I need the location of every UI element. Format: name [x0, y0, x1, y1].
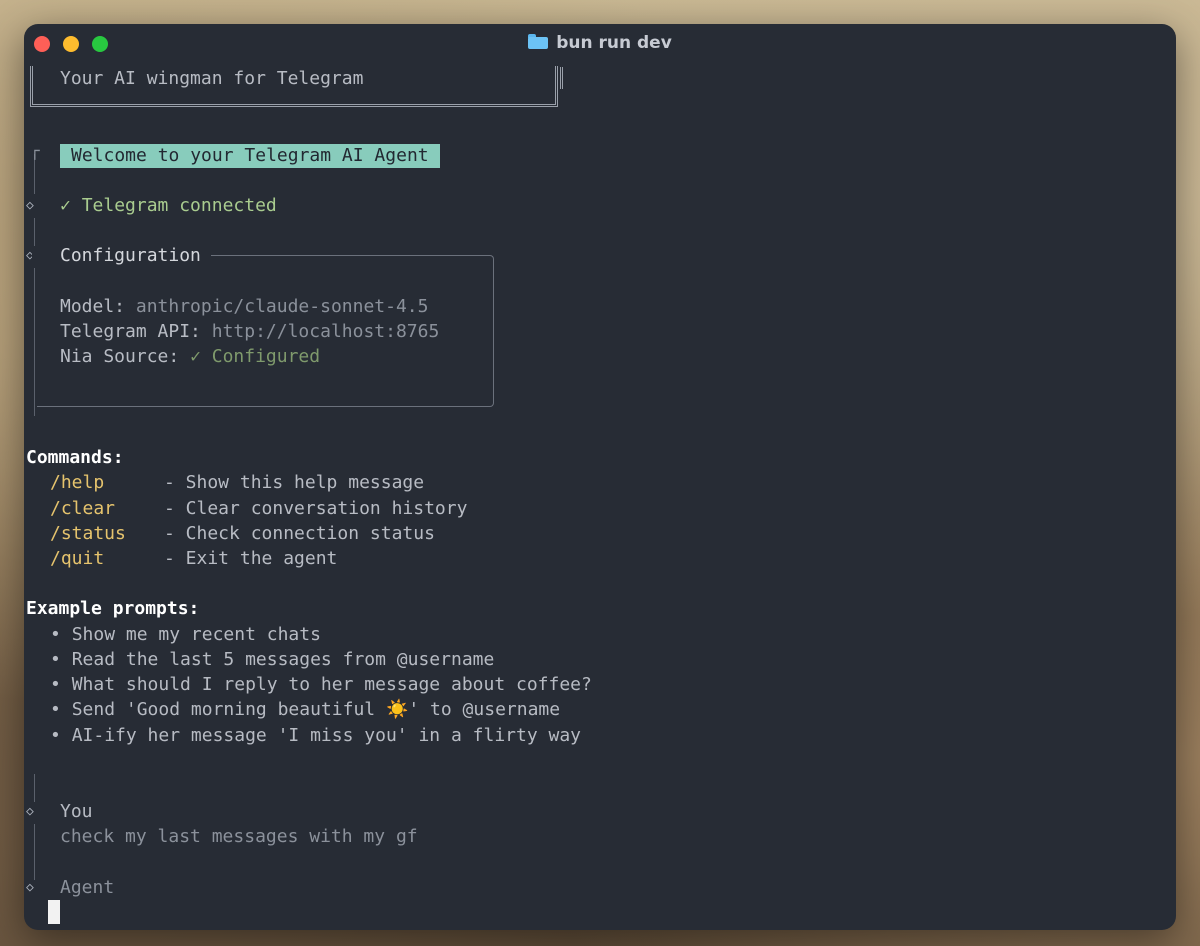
- rail-segment: [34, 774, 35, 802]
- configuration-title: Configuration: [32, 246, 211, 266]
- example-prompt: • Read the last 5 messages from @usernam…: [50, 649, 495, 670]
- example-prompt: • AI-ify her message 'I miss you' in a f…: [50, 725, 582, 746]
- you-label: You: [60, 801, 93, 822]
- you-message: check my last messages with my gf: [60, 826, 418, 847]
- command-desc: - Show this help message: [164, 472, 425, 493]
- commands-heading: Commands:: [26, 447, 124, 468]
- command-name: /quit: [50, 548, 105, 569]
- welcome-banner: Welcome to your Telegram AI Agent: [60, 144, 440, 168]
- tagline-box-edge: [560, 67, 567, 89]
- example-prompt: • Send 'Good morning beautiful ☀️' to @u…: [50, 699, 561, 720]
- config-value: anthropic/claude-sonnet-4.5: [135, 296, 429, 317]
- bullet-icon: •: [50, 624, 61, 645]
- command-row: /clear: [50, 498, 115, 520]
- command-name: /clear: [50, 498, 116, 519]
- command-row: /quit: [50, 548, 104, 570]
- config-label: Nia Source:: [60, 346, 180, 367]
- config-row-telegram-api: Telegram API: http://localhost:8765: [60, 321, 439, 343]
- tagline-text: Your AI wingman for Telegram: [60, 68, 364, 89]
- bullet-icon: •: [50, 649, 61, 670]
- terminal-output[interactable]: Your AI wingman for Telegram ┌ Welcome t…: [24, 24, 1176, 930]
- text-cursor[interactable]: [48, 900, 60, 924]
- check-icon: ✓: [60, 195, 71, 216]
- diamond-icon: ◇: [26, 880, 34, 895]
- bullet-icon: •: [50, 725, 61, 746]
- config-value: http://localhost:8765: [211, 321, 440, 342]
- config-row-model: Model: anthropic/claude-sonnet-4.5: [60, 296, 428, 318]
- rail-segment: [34, 218, 35, 246]
- command-row: /help: [50, 472, 104, 494]
- diamond-icon: ◇: [26, 804, 34, 819]
- command-row: /status: [50, 523, 126, 545]
- telegram-connected-status: ✓ Telegram connected: [60, 195, 277, 217]
- command-name: /help: [50, 472, 105, 493]
- diamond-icon: ◇: [26, 198, 34, 213]
- command-desc: - Clear conversation history: [164, 498, 468, 519]
- bullet-icon: •: [50, 699, 61, 720]
- command-desc: - Exit the agent: [164, 548, 338, 569]
- agent-label: Agent: [60, 877, 115, 898]
- command-name: /status: [50, 523, 126, 544]
- terminal-window[interactable]: bun run dev Your AI wingman for Telegram…: [24, 24, 1176, 930]
- bullet-icon: •: [50, 674, 61, 695]
- example-prompt: • Show me my recent chats: [50, 624, 321, 645]
- config-value: ✓ Configured: [190, 346, 321, 367]
- examples-heading: Example prompts:: [26, 598, 200, 619]
- config-label: Model:: [60, 296, 126, 317]
- rail-segment: [34, 824, 35, 880]
- config-label: Telegram API:: [60, 321, 201, 342]
- example-prompt: • What should I reply to her message abo…: [50, 674, 592, 695]
- config-row-nia-source: Nia Source: ✓ Configured: [60, 346, 320, 368]
- connected-text: Telegram connected: [81, 195, 277, 216]
- rail-corner: ┌: [30, 141, 40, 160]
- rail-segment: [34, 268, 35, 416]
- command-desc: - Check connection status: [164, 523, 435, 544]
